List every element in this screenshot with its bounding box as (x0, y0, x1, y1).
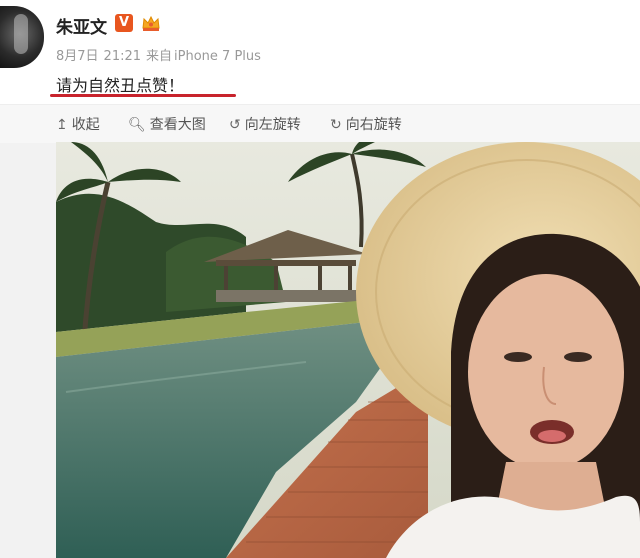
source-prefix: 来自 (146, 49, 173, 64)
rotate-left-icon: ↺ (229, 117, 241, 133)
post-date: 8月7日 (56, 49, 99, 64)
collapse-button[interactable]: ↥ 收起 (56, 114, 100, 134)
rotate-left-label: 向左旋转 (244, 117, 301, 133)
avatar[interactable] (0, 6, 44, 68)
verified-badge: V (115, 14, 133, 32)
view-large-button[interactable]: 🔍︎ 查看大图 (128, 114, 206, 134)
user-name[interactable]: 朱亚文 (56, 13, 107, 38)
rotate-right-label: 向右旋转 (345, 117, 402, 133)
magnifier-icon: 🔍︎ (128, 117, 146, 133)
crown-icon (142, 15, 160, 31)
post-text: 请为自然丑点赞！ (56, 76, 185, 95)
collapse-label: 收起 (71, 117, 100, 133)
image-toolbar: ↥ 收起 🔍︎ 查看大图 ↺ 向左旋转 ↻ 向右旋转 (0, 104, 640, 143)
rotate-left-button[interactable]: ↺ 向左旋转 (229, 114, 301, 134)
highlight-underline (50, 94, 236, 97)
collapse-up-icon: ↥ (56, 117, 68, 133)
post-photo[interactable] (56, 142, 640, 558)
rotate-right-icon: ↻ (330, 117, 342, 133)
post-time: 21:21 (103, 49, 142, 64)
post-header: 朱亚文 V 8月7日 21:21 来自 iPhone 7 Plus 请为自然丑点赞！ (0, 0, 640, 104)
photo-illustration (56, 142, 640, 558)
post-meta: 8月7日 21:21 来自 iPhone 7 Plus (56, 45, 266, 64)
source-device[interactable]: iPhone 7 Plus (174, 49, 261, 64)
view-large-label: 查看大图 (149, 117, 206, 133)
rotate-right-button[interactable]: ↻ 向右旋转 (330, 114, 402, 134)
